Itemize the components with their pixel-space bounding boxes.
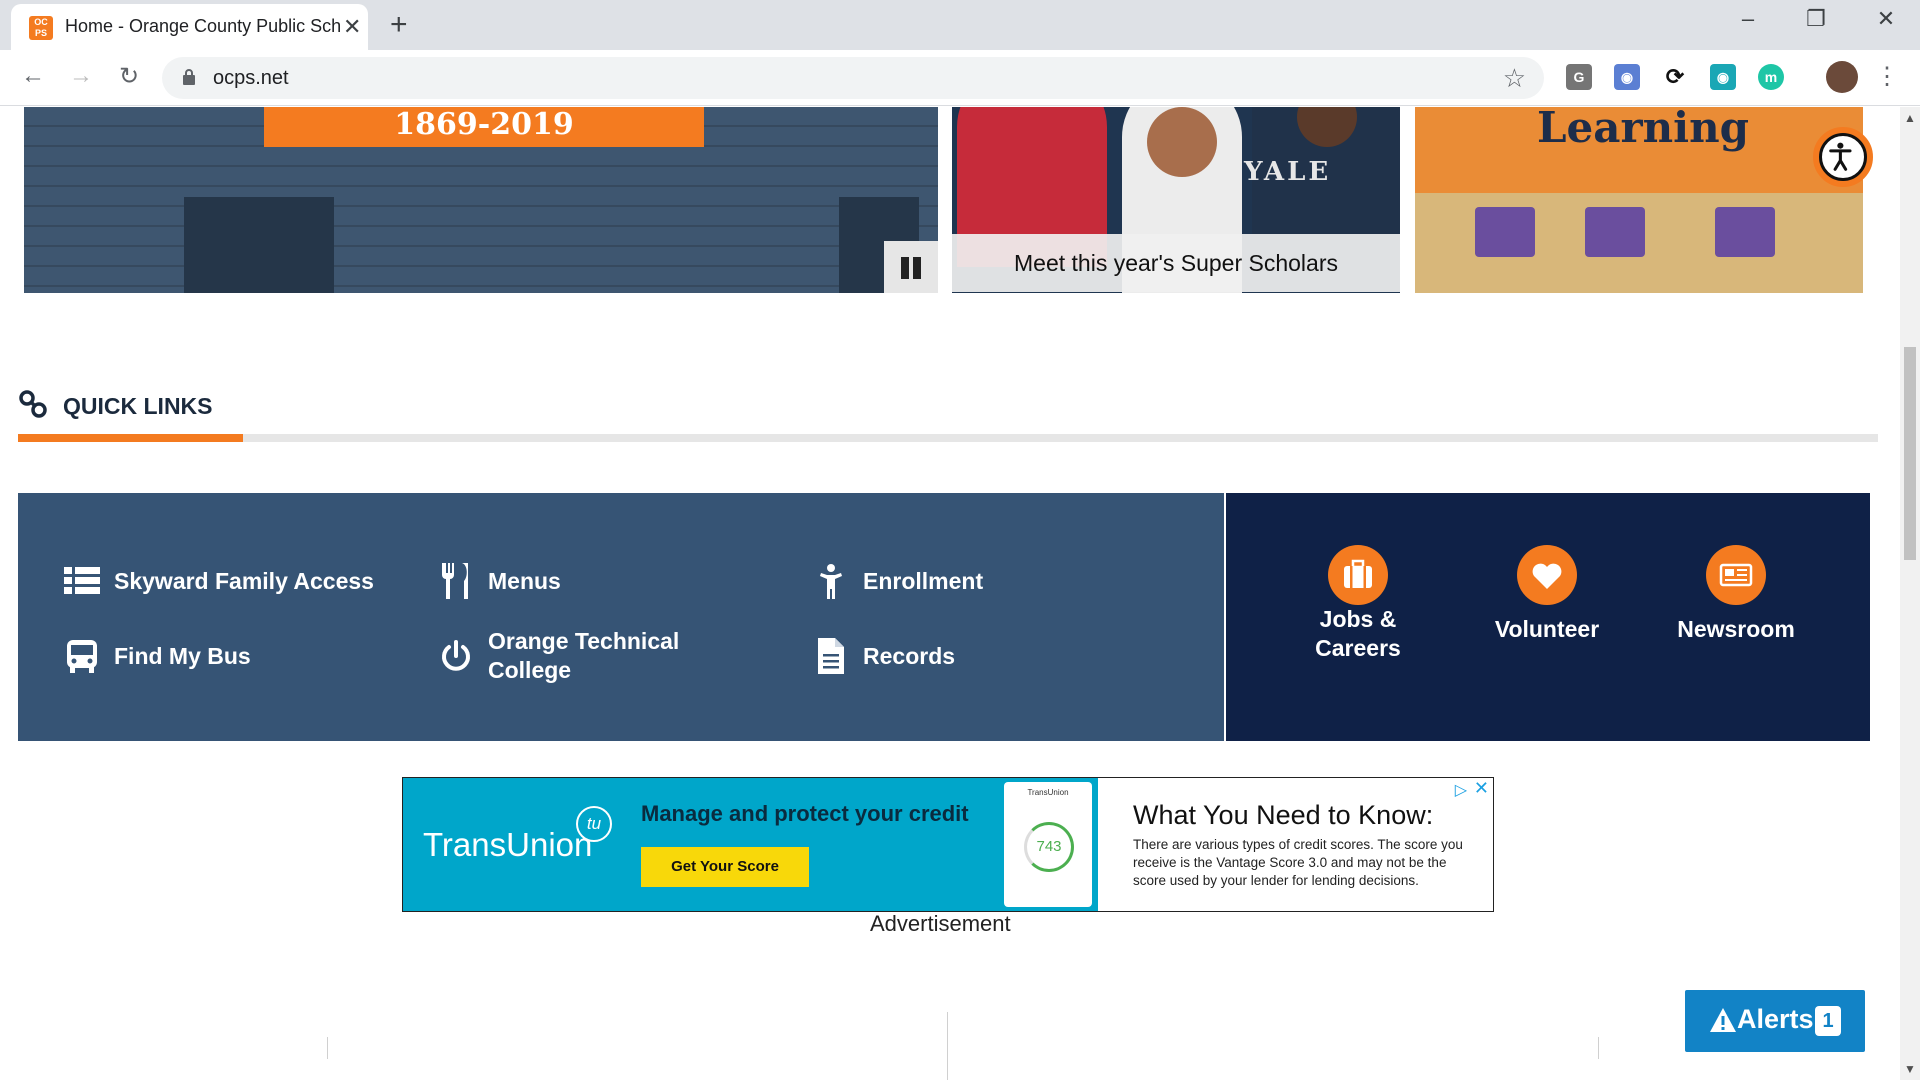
document-icon [818,638,844,674]
alerts-count-badge: 1 [1815,1006,1841,1036]
quick-link-label: Records [863,643,956,669]
reload-icon[interactable]: ↻ [114,62,144,91]
browser-tab[interactable]: OC PS Home - Orange County Public School… [11,4,368,50]
link-icon [19,390,47,418]
featured-link-label: Jobs & Careers [1315,606,1401,661]
menu-dots-icon[interactable]: ⋮ [1872,62,1902,91]
power-icon [442,640,470,671]
page-content: 1869-2019 YALE Meet this year's Super Sc… [0,107,1900,1080]
sync-extension-icon[interactable]: ⟳ [1662,64,1688,90]
url-text: ocps.net [213,67,289,89]
divider [327,1037,328,1059]
featured-link-volunteer[interactable]: Volunteer [1467,545,1627,644]
divider [947,1012,948,1080]
newspaper-icon [1706,545,1766,605]
address-bar[interactable]: ocps.net ☆ [162,57,1544,99]
tab-title: Home - Orange County Public Schools [65,16,340,36]
featured-links-panel: Jobs & Careers Volunteer Newsroom [1226,493,1870,741]
advertisement-label: Advertisement [870,911,1011,936]
phone-brand: TransUnion [1027,788,1069,797]
featured-link-jobs-careers[interactable]: Jobs & Careers [1278,545,1438,663]
profile-avatar[interactable] [1826,61,1858,93]
ad-phone-image: TransUnion 743 [998,778,1098,911]
adchoices-icon[interactable]: ▷ [1455,780,1467,800]
credit-score-gauge: 743 [1024,822,1074,872]
camera-extension-icon[interactable]: ◉ [1614,64,1640,90]
section-underline [18,434,1878,442]
divider [1598,1037,1599,1059]
forward-arrow-icon[interactable]: → [66,62,96,90]
schoolhouse-door [184,197,334,293]
new-tab-button[interactable]: + [390,8,408,42]
list-icon [64,567,100,594]
accessibility-button[interactable] [1813,127,1873,187]
bus-icon [67,640,97,673]
close-tab-icon[interactable]: ✕ [343,14,361,40]
ad-close-icon[interactable]: ✕ [1474,778,1489,799]
bookmark-star-icon[interactable]: ☆ [1503,63,1526,94]
minimize-icon[interactable]: – [1728,6,1768,32]
shirt-text: YALE [1244,157,1332,187]
browser-toolbar: ← → ↻ ocps.net ☆ G ◉ ⟳ ◉ m ⋮ [0,50,1920,106]
child-icon [820,564,842,599]
favicon-icon: OC PS [29,16,53,40]
back-arrow-icon[interactable]: ← [18,62,48,90]
slide-caption: Meet this year's Super Scholars [952,234,1400,292]
quick-link-label: Enrollment [863,568,984,594]
scroll-down-arrow-icon[interactable]: ▼ [1904,1062,1916,1076]
quick-link-label: Find My Bus [114,643,251,669]
hero-slide-learning[interactable]: Learning [1415,107,1863,293]
slide-headline: Learning [1537,107,1749,152]
restore-icon[interactable]: ❐ [1796,6,1836,32]
blocked-extension-icon[interactable]: ◉ [1710,64,1736,90]
heart-icon [1517,545,1577,605]
accessibility-icon [1829,142,1852,171]
ad-left-panel: TransUnion tu Manage and protect your cr… [403,778,998,911]
ad-headline: Manage and protect your credit [641,801,969,826]
briefcase-icon [1328,545,1388,605]
extension-g-icon[interactable]: G [1566,64,1592,90]
scroll-up-arrow-icon[interactable]: ▲ [1904,111,1916,125]
featured-link-newsroom[interactable]: Newsroom [1656,545,1816,644]
transunion-logo-icon: tu [576,806,612,842]
quick-links-panel: Skyward Family Access Menus Enrollment F… [18,493,1224,741]
ad-right-title: What You Need to Know: [1133,800,1434,830]
ad-cta-button[interactable]: Get Your Score [641,847,809,887]
quick-link-label: Menus [488,568,561,594]
page-scrollbar[interactable]: ▲ ▼ [1900,107,1920,1080]
advertisement-banner[interactable]: TransUnion tu Manage and protect your cr… [402,777,1494,912]
lock-icon [183,69,195,85]
ad-right-body: There are various types of credit scores… [1133,837,1463,888]
alerts-button[interactable]: Alerts 1 [1685,990,1865,1052]
warning-icon [1710,1008,1736,1032]
extension-m-icon[interactable]: m [1758,64,1784,90]
ad-brand-name: TransUnion [423,826,593,863]
browser-tab-bar: OC PS Home - Orange County Public School… [0,0,1920,50]
anniversary-banner: 1869-2019 [264,107,704,147]
quick-link-label: Orange Technical College [488,628,680,683]
section-title: QUICK LINKS [63,393,213,419]
scrollbar-thumb[interactable] [1904,347,1916,560]
hero-slide-anniversary[interactable]: 1869-2019 [24,107,938,293]
featured-link-label: Newsroom [1677,616,1795,642]
window-close-icon[interactable]: ✕ [1866,6,1906,32]
hero-slide-super-scholars[interactable]: YALE Meet this year's Super Scholars [952,107,1400,293]
pause-slideshow-button[interactable] [884,241,938,293]
alerts-label: Alerts [1737,1004,1814,1034]
featured-link-label: Volunteer [1494,616,1600,642]
quick-link-label: Skyward Family Access [114,568,374,594]
utensils-icon [442,563,468,599]
